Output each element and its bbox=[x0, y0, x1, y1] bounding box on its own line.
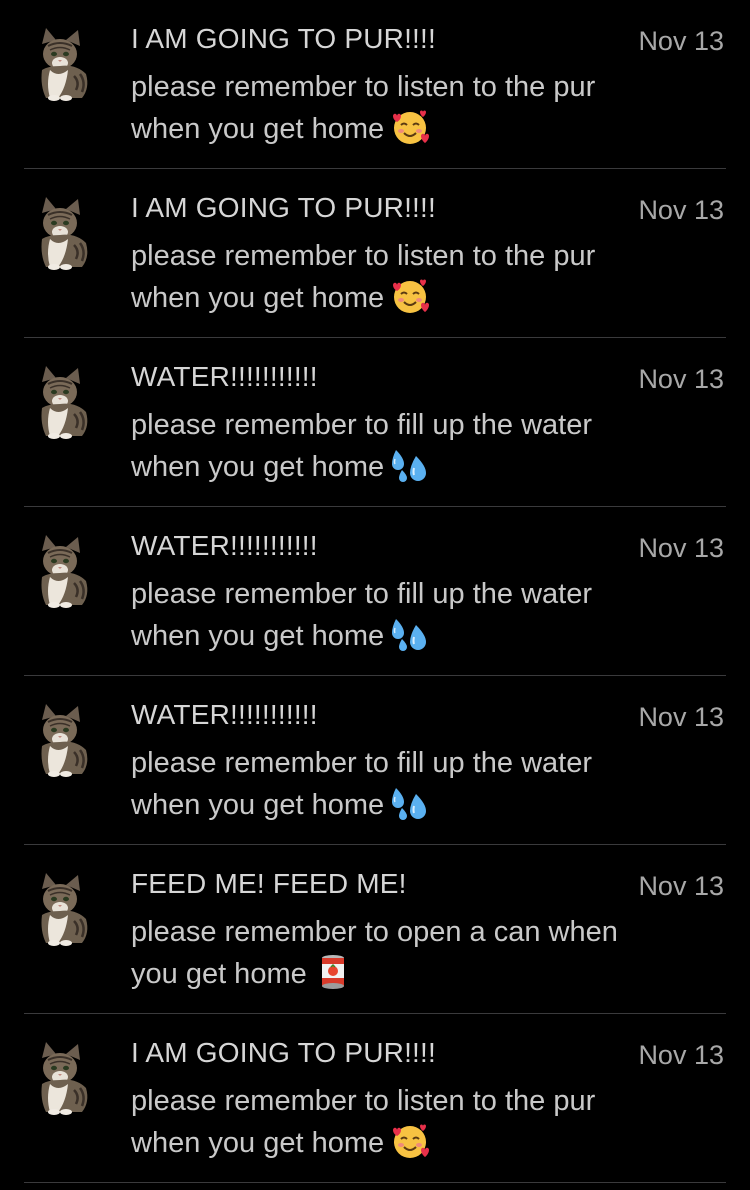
notification-date: Nov 13 bbox=[638, 871, 724, 901]
sweat-droplets-icon bbox=[390, 446, 430, 484]
notification-body: please remember to fill up the water whe… bbox=[131, 573, 691, 657]
notification-row[interactable]: WATER!!!!!!!!!!! Nov 13 please remember … bbox=[0, 338, 750, 507]
notification-body-line2: when you get home bbox=[131, 113, 385, 145]
notification-date: Nov 13 bbox=[638, 1040, 724, 1070]
cat-avatar bbox=[36, 195, 92, 271]
canned-food-icon bbox=[313, 953, 353, 991]
notification-date: Nov 13 bbox=[638, 702, 724, 732]
notification-list: I AM GOING TO PUR!!!! Nov 13 please reme… bbox=[0, 0, 750, 1183]
notification-body-line2: when you get home bbox=[131, 1127, 385, 1159]
notification-body: please remember to listen to the pur whe… bbox=[131, 1080, 691, 1164]
notification-row[interactable]: I AM GOING TO PUR!!!! Nov 13 please reme… bbox=[0, 1014, 750, 1183]
notification-body-line1: please remember to listen to the pur bbox=[131, 240, 596, 272]
smiling-face-with-hearts-icon bbox=[390, 108, 430, 146]
notification-body: please remember to fill up the water whe… bbox=[131, 742, 691, 826]
smiling-face-with-hearts-icon bbox=[390, 277, 430, 315]
smiling-face-with-hearts-icon bbox=[390, 1122, 430, 1160]
notification-sender: WATER!!!!!!!!!!! bbox=[131, 530, 318, 561]
notification-sender: WATER!!!!!!!!!!! bbox=[131, 361, 318, 392]
notification-sender: I AM GOING TO PUR!!!! bbox=[131, 23, 436, 54]
cat-avatar bbox=[36, 26, 92, 102]
cat-avatar bbox=[36, 533, 92, 609]
notification-sender: I AM GOING TO PUR!!!! bbox=[131, 1037, 436, 1068]
notification-body-line1: please remember to listen to the pur bbox=[131, 1085, 596, 1117]
notification-body: please remember to listen to the pur whe… bbox=[131, 235, 691, 319]
notification-body-line1: please remember to listen to the pur bbox=[131, 71, 596, 103]
notification-date: Nov 13 bbox=[638, 533, 724, 563]
row-divider bbox=[24, 1182, 726, 1183]
notification-body: please remember to open a can when you g… bbox=[131, 911, 691, 995]
notification-body-line1: please remember to fill up the water bbox=[131, 747, 592, 779]
notification-sender: I AM GOING TO PUR!!!! bbox=[131, 192, 436, 223]
cat-avatar bbox=[36, 1040, 92, 1116]
sweat-droplets-icon bbox=[390, 615, 430, 653]
notification-body-line1: please remember to fill up the water bbox=[131, 578, 592, 610]
notification-row[interactable]: I AM GOING TO PUR!!!! Nov 13 please reme… bbox=[0, 0, 750, 169]
cat-avatar bbox=[36, 702, 92, 778]
sweat-droplets-icon bbox=[390, 784, 430, 822]
notification-body-line2: when you get home bbox=[131, 451, 385, 483]
notification-row[interactable]: WATER!!!!!!!!!!! Nov 13 please remember … bbox=[0, 676, 750, 845]
notification-sender: FEED ME! FEED ME! bbox=[131, 868, 407, 899]
notification-body-line2: when you get home bbox=[131, 789, 385, 821]
notification-body-line2: you get home bbox=[131, 958, 307, 990]
notification-body: please remember to listen to the pur whe… bbox=[131, 66, 691, 150]
notification-body-line1: please remember to open a can when bbox=[131, 916, 618, 948]
notification-row[interactable]: WATER!!!!!!!!!!! Nov 13 please remember … bbox=[0, 507, 750, 676]
notification-body-line2: when you get home bbox=[131, 282, 385, 314]
cat-avatar bbox=[36, 364, 92, 440]
notification-body-line2: when you get home bbox=[131, 620, 385, 652]
notification-body: please remember to fill up the water whe… bbox=[131, 404, 691, 488]
notification-sender: WATER!!!!!!!!!!! bbox=[131, 699, 318, 730]
notification-row[interactable]: FEED ME! FEED ME! Nov 13 please remember… bbox=[0, 845, 750, 1014]
notification-body-line1: please remember to fill up the water bbox=[131, 409, 592, 441]
notification-date: Nov 13 bbox=[638, 195, 724, 225]
cat-avatar bbox=[36, 871, 92, 947]
notification-date: Nov 13 bbox=[638, 26, 724, 56]
notification-row[interactable]: I AM GOING TO PUR!!!! Nov 13 please reme… bbox=[0, 169, 750, 338]
notification-date: Nov 13 bbox=[638, 364, 724, 394]
